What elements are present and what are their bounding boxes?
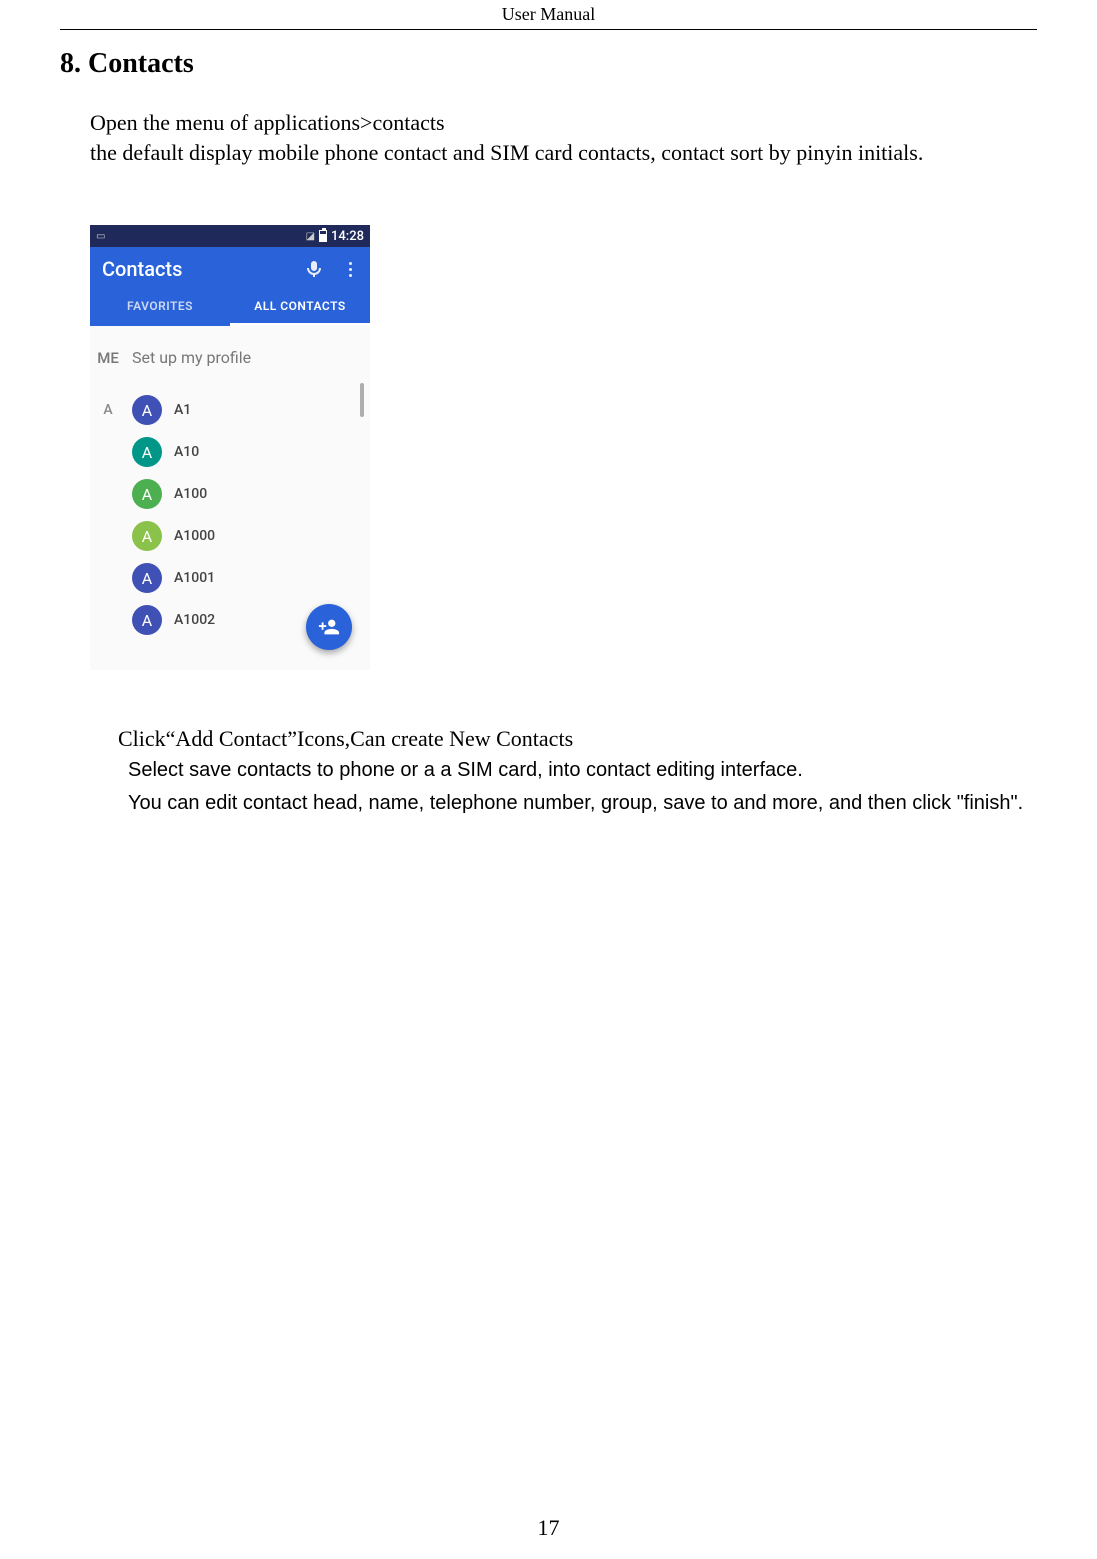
contact-name: A1 (174, 402, 191, 418)
header-divider (60, 29, 1037, 30)
scroll-indicator (360, 383, 364, 417)
click-add-contact-line: Click“Add Contact”Icons,Can create New C… (118, 726, 1057, 752)
status-bar: ▭ ◪ 14:28 (90, 225, 370, 247)
tabs: FAVORITES ALL CONTACTS (90, 289, 370, 326)
contact-name: A1001 (174, 570, 215, 586)
add-contact-fab[interactable] (306, 604, 352, 650)
contact-row[interactable]: A A A1 (90, 389, 370, 431)
add-person-icon (318, 616, 340, 638)
mic-icon[interactable] (306, 261, 322, 277)
contact-row[interactable]: A A10 (90, 431, 370, 473)
tab-favorites[interactable]: FAVORITES (90, 289, 230, 326)
set-up-profile: Set up my profile (132, 348, 251, 367)
tab-all-contacts[interactable]: ALL CONTACTS (230, 289, 370, 326)
sub-line-2: You can edit contact head, name, telepho… (128, 789, 1067, 818)
contact-name: A100 (174, 486, 207, 502)
no-sim-icon: ◪ (306, 231, 315, 242)
page-number: 17 (0, 1515, 1097, 1541)
battery-icon (319, 230, 327, 242)
contact-row[interactable]: A A1000 (90, 515, 370, 557)
me-label: ME (96, 349, 120, 367)
section-heading: 8. Contacts (60, 48, 1097, 80)
paragraph-2: the default display mobile phone contact… (90, 138, 1057, 168)
contact-name: A1000 (174, 528, 215, 544)
more-vert-icon[interactable] (342, 261, 358, 277)
avatar-icon: A (132, 521, 162, 551)
avatar-icon: A (132, 605, 162, 635)
contacts-list[interactable]: ME Set up my profile A A A1 A A10 A A100… (90, 326, 370, 641)
app-header: Contacts (90, 247, 370, 289)
contact-row[interactable]: A A1001 (90, 557, 370, 599)
paragraph-1: Open the menu of applications>contacts (90, 108, 1057, 138)
sub-line-1: Select save contacts to phone or a a SIM… (128, 756, 1067, 785)
contact-name: A1002 (174, 612, 215, 628)
row-me[interactable]: ME Set up my profile (90, 326, 370, 389)
avatar-icon: A (132, 563, 162, 593)
section-letter: A (96, 402, 120, 418)
avatar-icon: A (132, 395, 162, 425)
contact-row[interactable]: A A100 (90, 473, 370, 515)
avatar-icon: A (132, 479, 162, 509)
phone-screenshot: ▭ ◪ 14:28 Contacts FAVORITES ALL CONTACT… (90, 225, 370, 670)
status-time: 14:28 (331, 229, 364, 244)
app-title: Contacts (102, 257, 182, 281)
avatar-icon: A (132, 437, 162, 467)
sim-icon: ▭ (96, 231, 105, 242)
contact-name: A10 (174, 444, 199, 460)
running-header: User Manual (0, 0, 1097, 29)
